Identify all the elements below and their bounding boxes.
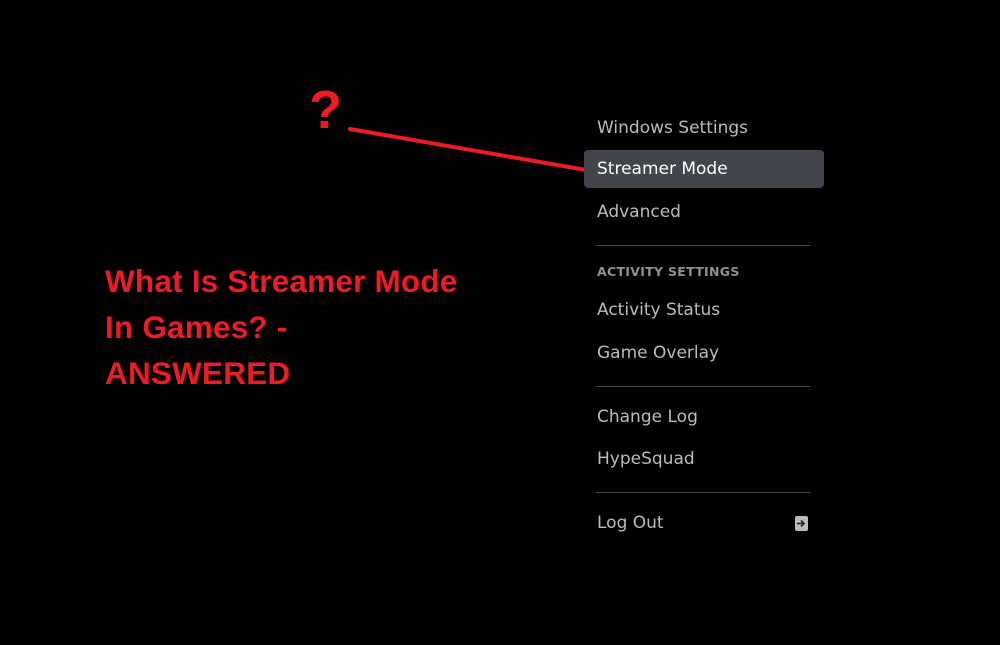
menu-item-windows-settings[interactable]: Windows Settings [584,109,824,147]
question-mark-annotation: ? [309,80,342,140]
menu-item-hypesquad[interactable]: HypeSquad [584,440,824,478]
menu-item-advanced[interactable]: Advanced [584,193,824,231]
menu-item-label: Log Out [597,513,664,533]
logout-icon [795,515,808,531]
divider [596,386,811,387]
activity-settings-header: ACTIVITY SETTINGS [597,264,740,279]
menu-item-log-out[interactable]: Log Out [584,504,824,542]
menu-item-streamer-mode[interactable]: Streamer Mode [584,150,824,188]
pointer-line-stroke [348,127,588,172]
menu-item-label: Change Log [597,407,698,427]
menu-item-label: Streamer Mode [597,159,728,179]
menu-item-change-log[interactable]: Change Log [584,398,824,436]
divider [596,492,811,493]
menu-item-activity-status[interactable]: Activity Status [584,291,824,329]
headline: What Is Streamer Mode In Games? - ANSWER… [105,263,458,391]
menu-item-label: Game Overlay [597,343,720,363]
menu-item-label: Advanced [597,202,681,222]
menu-item-label: HypeSquad [597,449,695,469]
menu-item-label: Activity Status [597,300,721,320]
menu-item-label: Windows Settings [597,118,749,138]
menu-item-game-overlay[interactable]: Game Overlay [584,334,824,372]
divider [596,245,811,246]
